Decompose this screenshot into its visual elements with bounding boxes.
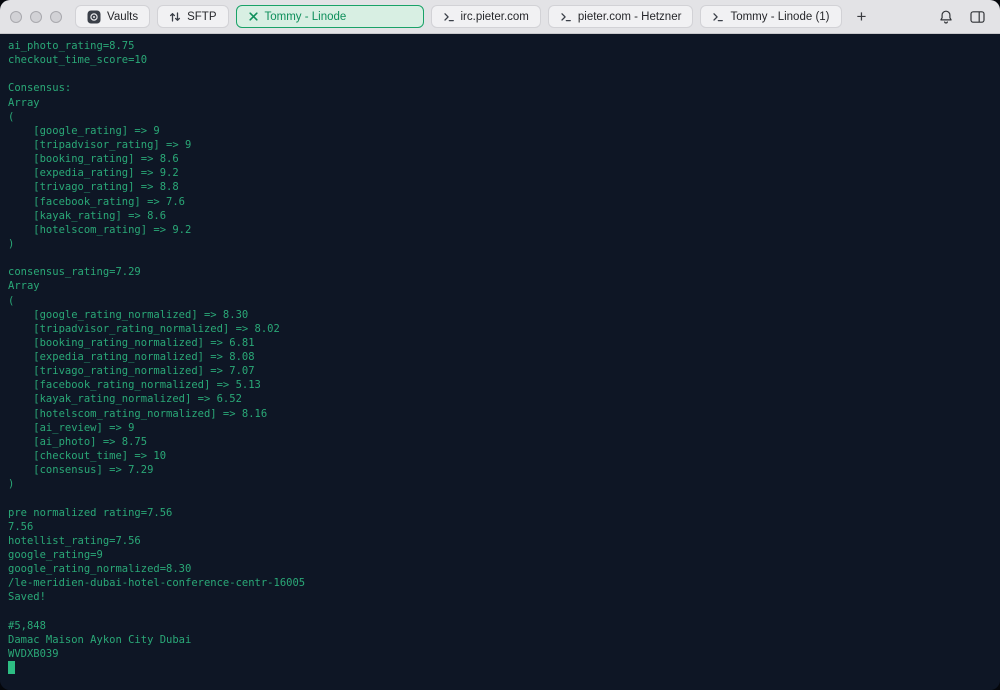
terminal-line: Array xyxy=(8,96,40,109)
tab-label: SFTP xyxy=(187,10,217,23)
notifications-bell-icon[interactable] xyxy=(938,9,954,25)
terminal-line: [trivago_rating_normalized] => 7.07 xyxy=(8,365,255,378)
vaults-icon xyxy=(87,10,101,24)
terminal-line: ) xyxy=(8,478,15,491)
tab-label: Tommy - Linode (1) xyxy=(730,10,830,23)
terminal-line: ai_photo_rating=8.75 xyxy=(8,40,135,52)
host-icon xyxy=(712,11,724,23)
tab-sftp[interactable]: SFTP xyxy=(157,5,229,28)
terminal-line: [google_rating_normalized] => 8.30 xyxy=(8,308,249,321)
terminal-line: ) xyxy=(8,237,15,250)
terminal-line: ( xyxy=(8,294,15,307)
host-icon xyxy=(560,11,572,23)
close-window-button[interactable] xyxy=(10,10,22,23)
terminal-line: ( xyxy=(8,110,15,123)
panel-toggle-icon[interactable] xyxy=(969,9,986,25)
tab-tommy-linode-1[interactable]: Tommy - Linode (1) xyxy=(700,5,842,28)
tab-pieter-com-hetzner[interactable]: pieter.com - Hetzner xyxy=(547,5,694,28)
toolbar-right xyxy=(938,9,990,25)
tab-label: irc.pieter.com xyxy=(460,10,529,23)
terminal-line: [ai_review] => 9 xyxy=(8,421,135,434)
window-controls xyxy=(10,10,62,23)
terminal-line: [tripadvisor_rating] => 9 xyxy=(8,138,192,151)
terminal-line: WVDXB039 xyxy=(8,647,59,660)
terminal-line: google_rating=9 xyxy=(8,549,103,562)
terminal-line: [facebook_rating_normalized] => 5.13 xyxy=(8,379,261,392)
terminal-line: Damac Maison Aykon City Dubai xyxy=(8,633,192,646)
terminal-line: [consensus] => 7.29 xyxy=(8,464,154,477)
terminal-line: [checkout_time] => 10 xyxy=(8,450,167,463)
tab-bar: Vaults SFTP Tommy - Linode irc.pieter.com pi… xyxy=(0,0,1000,34)
terminal-line: [hotelscom_rating] => 9.2 xyxy=(8,223,192,236)
terminal-line: [google_rating] => 9 xyxy=(8,124,160,137)
terminal-line: [kayak_rating] => 8.6 xyxy=(8,209,167,222)
terminal-line: /le-meridien-dubai-hotel-conference-cent… xyxy=(8,577,306,590)
terminal-line: google_rating_normalized=8.30 xyxy=(8,563,192,576)
terminal-line: [expedia_rating] => 9.2 xyxy=(8,167,179,180)
terminal-line: [expedia_rating_normalized] => 8.08 xyxy=(8,351,255,364)
terminal-line: [hotelscom_rating_normalized] => 8.16 xyxy=(8,407,268,420)
host-icon xyxy=(443,11,455,23)
terminal-line: 7.56 xyxy=(8,520,34,533)
terminal-line: [booking_rating] => 8.6 xyxy=(8,153,179,166)
tab-label: Vaults xyxy=(107,10,139,23)
terminal-line: consensus_rating=7.29 xyxy=(8,266,141,279)
terminal-line: Saved! xyxy=(8,591,46,604)
terminal-line: pre normalized rating=7.56 xyxy=(8,506,173,519)
terminal-cursor-line xyxy=(8,661,992,675)
tab-tommy-linode[interactable]: Tommy - Linode xyxy=(235,5,424,28)
terminal-line: [facebook_rating] => 7.6 xyxy=(8,195,186,208)
terminal-line: #5,848 xyxy=(8,619,46,632)
terminal-cursor xyxy=(8,661,15,675)
terminal-line: [tripadvisor_rating_normalized] => 8.02 xyxy=(8,322,280,335)
tab-strip: Vaults SFTP Tommy - Linode irc.pieter.com pi… xyxy=(75,5,842,28)
terminal-line: [booking_rating_normalized] => 6.81 xyxy=(8,336,255,349)
tab-label: pieter.com - Hetzner xyxy=(577,10,682,23)
terminal-line: [trivago_rating] => 8.8 xyxy=(8,181,179,194)
minimize-window-button[interactable] xyxy=(30,10,42,23)
tab-irc-pieter-com[interactable]: irc.pieter.com xyxy=(430,5,541,28)
terminal-line: checkout_time_score=10 xyxy=(8,54,148,67)
close-tab-icon[interactable] xyxy=(248,11,259,22)
tab-label: Tommy - Linode xyxy=(264,10,347,23)
terminal-line: hotellist_rating=7.56 xyxy=(8,534,141,547)
tab-vaults[interactable]: Vaults xyxy=(75,5,151,28)
terminal-output[interactable]: ai_photo_rating=8.75 checkout_time_score=… xyxy=(0,34,1000,690)
zoom-window-button[interactable] xyxy=(50,10,62,23)
new-tab-button[interactable]: + xyxy=(851,8,873,25)
sftp-icon xyxy=(169,11,181,23)
terminal-line: [ai_photo] => 8.75 xyxy=(8,435,148,448)
terminal-line: Consensus: xyxy=(8,82,72,95)
terminal-line: Array xyxy=(8,280,40,293)
terminal-window: Vaults SFTP Tommy - Linode irc.pieter.com pi… xyxy=(0,0,1000,690)
terminal-line: [kayak_rating_normalized] => 6.52 xyxy=(8,393,242,406)
